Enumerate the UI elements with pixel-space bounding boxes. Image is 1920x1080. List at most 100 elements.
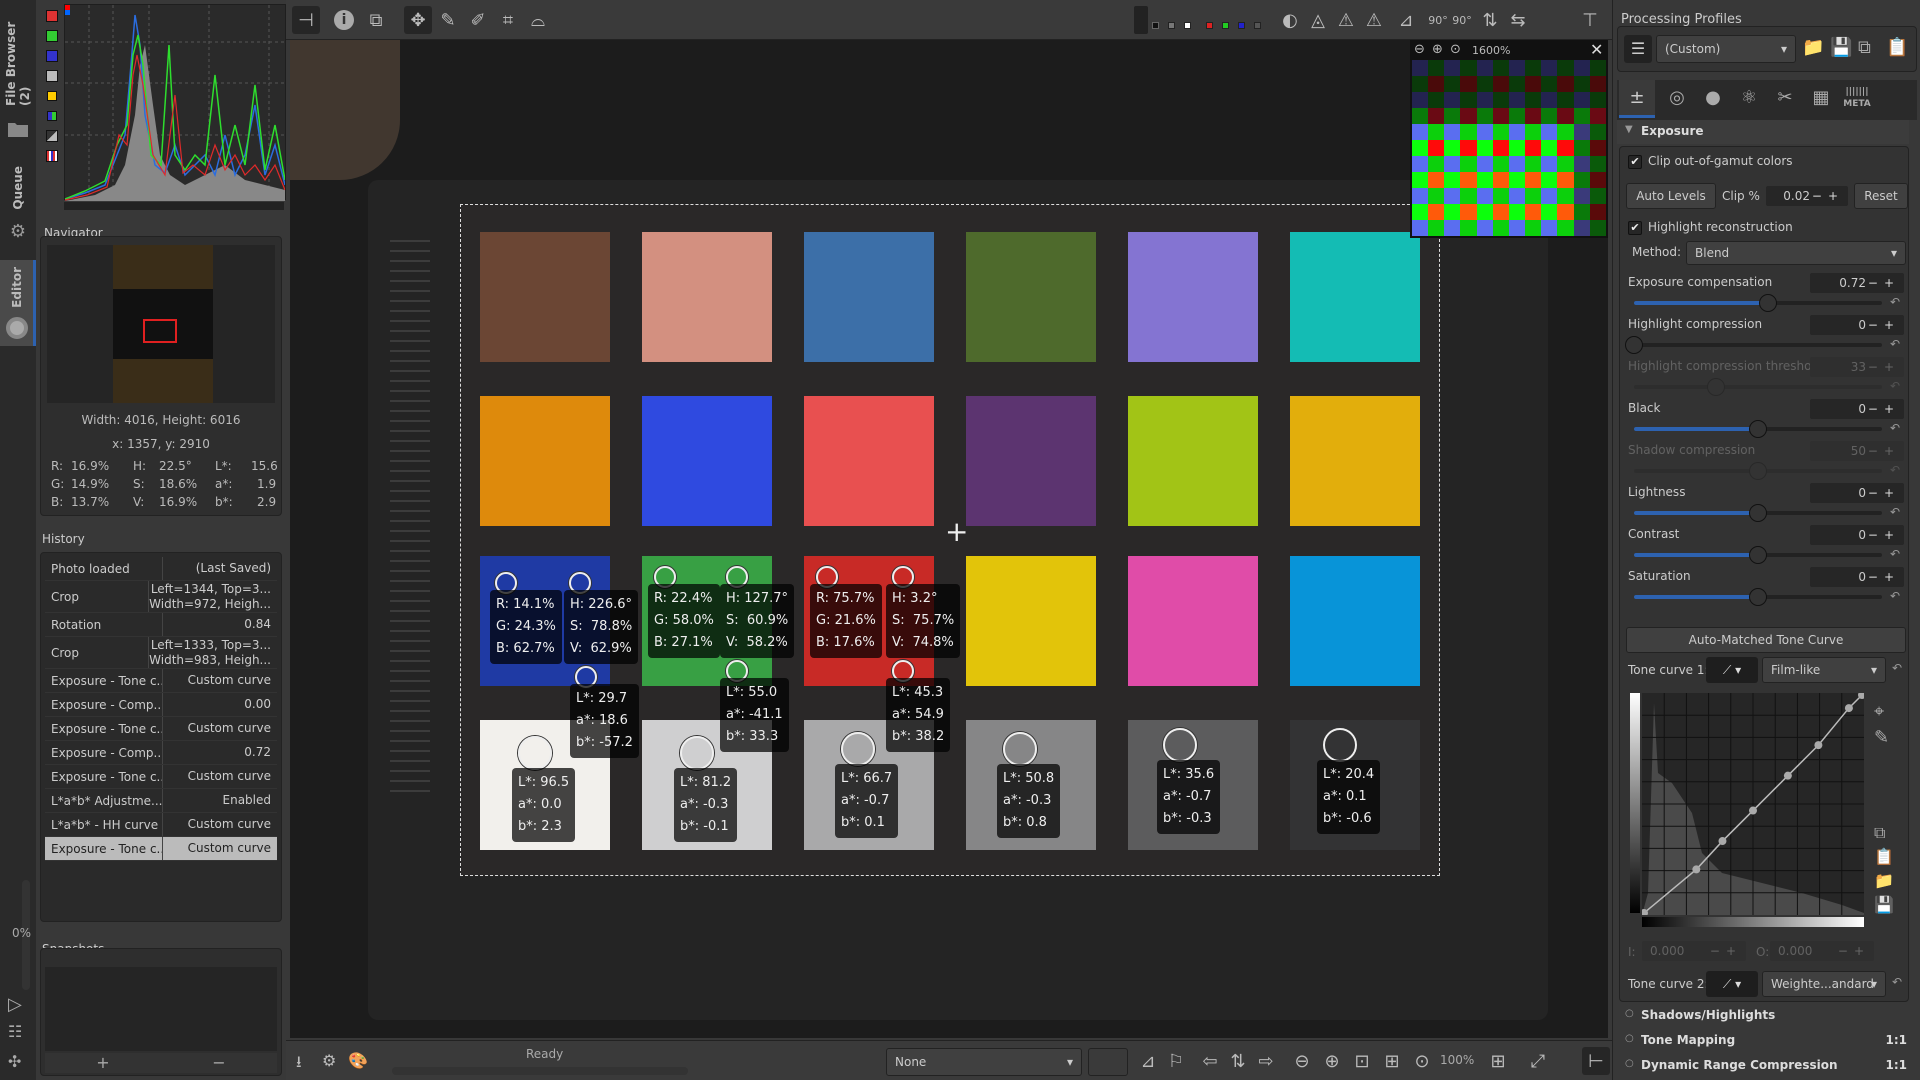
- auto-matched-tone-curve-button[interactable]: Auto-Matched Tone Curve: [1626, 627, 1906, 653]
- tab-raw-icon[interactable]: ▦: [1803, 80, 1839, 118]
- tab-transform-icon[interactable]: ✂: [1767, 80, 1803, 118]
- slider-stepper[interactable]: −+: [1868, 483, 1900, 503]
- info-icon[interactable]: i: [330, 6, 358, 34]
- preview-luminance-icon[interactable]: [1254, 22, 1261, 29]
- add-snapshot-button[interactable]: +: [45, 1053, 161, 1073]
- edit-external-icon[interactable]: 🎨: [348, 1051, 368, 1070]
- slider-stepper[interactable]: −+: [1868, 315, 1900, 335]
- shadow-clipping-icon[interactable]: ◬: [1304, 6, 1332, 34]
- detail-zoom-out-icon[interactable]: ⊖: [1414, 42, 1425, 57]
- reset-button[interactable]: Reset: [1854, 183, 1908, 209]
- tool-section-header[interactable]: ○ Tone Mapping 1:1: [1617, 1029, 1913, 1053]
- history-item[interactable]: Crop Left=1333, Top=3... Width=983, Heigh…: [45, 637, 277, 669]
- zoom-in-icon[interactable]: ⊕: [1318, 1047, 1346, 1075]
- slider-track[interactable]: [1634, 462, 1882, 480]
- close-icon[interactable]: ✕: [1590, 40, 1603, 59]
- curve-control-point[interactable]: [1814, 741, 1823, 750]
- curve-control-point[interactable]: [1844, 704, 1853, 713]
- slider-track[interactable]: [1634, 378, 1882, 396]
- history-item[interactable]: L*a*b* - HH curve Custom curve: [45, 813, 277, 837]
- flip-vertical-icon[interactable]: ⇆: [1504, 6, 1532, 34]
- slider-value-input[interactable]: 0 −+: [1810, 483, 1904, 503]
- slider-stepper[interactable]: −+: [1868, 441, 1900, 461]
- preview-mode-toggle[interactable]: [1134, 6, 1148, 34]
- remove-snapshot-button[interactable]: −: [161, 1053, 277, 1073]
- slider-knob[interactable]: [1749, 546, 1767, 564]
- histogram-mode-icon[interactable]: [46, 130, 58, 142]
- new-detail-window-icon[interactable]: ⊞: [1484, 1047, 1512, 1075]
- slider-stepper[interactable]: −+: [1868, 273, 1900, 293]
- slider-knob[interactable]: [1625, 336, 1643, 354]
- history-item[interactable]: Exposure - Tone c... Custom curve: [45, 669, 277, 693]
- picker-probe[interactable]: [1163, 728, 1197, 762]
- section-toggle-icon[interactable]: ○: [1625, 1058, 1634, 1069]
- focus-mask-icon[interactable]: ◐: [1276, 6, 1304, 34]
- exposure-header[interactable]: ▼ Exposure: [1617, 120, 1909, 144]
- curve-type1-button[interactable]: ⟋ ▾: [1706, 657, 1758, 683]
- image-canvas[interactable]: + R: 14.1% G: 24.3% B: 62.7% H: 226.6° S…: [290, 40, 1608, 1038]
- bg-black-icon[interactable]: [1152, 22, 1159, 29]
- profile-select[interactable]: (Custom): [1656, 35, 1796, 63]
- picker-probe[interactable]: [1323, 728, 1357, 762]
- slider-knob[interactable]: [1749, 462, 1767, 480]
- curve-edit-point-icon[interactable]: ⌖: [1874, 701, 1884, 722]
- tone-curve1-mode-select[interactable]: Film-like: [1762, 657, 1886, 683]
- red-channel-toggle[interactable]: [46, 10, 58, 22]
- previous-image-icon[interactable]: ⇦: [1196, 1047, 1224, 1075]
- hide-right-panel-icon[interactable]: ⊤: [1576, 6, 1604, 34]
- slider-value-input[interactable]: 50 −+: [1810, 441, 1904, 461]
- section-toggle-icon[interactable]: ○: [1625, 1008, 1634, 1019]
- curve-control-point[interactable]: [1783, 771, 1792, 780]
- picker-probe[interactable]: [518, 736, 552, 770]
- slider-knob[interactable]: [1749, 420, 1767, 438]
- input-value-field[interactable]: 0.000 −+: [1642, 941, 1746, 961]
- before-after-icon[interactable]: ⧉: [362, 6, 390, 34]
- flip-horizontal-icon[interactable]: ⇅: [1476, 6, 1504, 34]
- curve-open-icon[interactable]: 📁: [1874, 871, 1894, 890]
- slider-knob[interactable]: [1706, 378, 1725, 396]
- tone-curve2-mode-select[interactable]: Weighte...andard: [1762, 971, 1886, 997]
- reset-icon[interactable]: ↶: [1890, 337, 1900, 351]
- reset-icon[interactable]: ↶: [1890, 463, 1900, 477]
- rotate-right-icon[interactable]: 90°: [1448, 6, 1476, 34]
- slider-knob[interactable]: [1758, 294, 1777, 312]
- slider-track[interactable]: [1634, 420, 1882, 438]
- reset-icon[interactable]: ↶: [1890, 547, 1900, 561]
- color-picker-icon[interactable]: ✐: [464, 6, 492, 34]
- next-image-icon[interactable]: ⇨: [1252, 1047, 1280, 1075]
- curve-control-point[interactable]: [1692, 865, 1701, 874]
- history-item[interactable]: Rotation 0.84: [45, 613, 277, 637]
- fullscreen-icon[interactable]: ⤢: [1524, 1047, 1552, 1075]
- save-profile-icon[interactable]: 💾: [1830, 37, 1852, 58]
- tab-file-browser[interactable]: File Browser (2): [0, 6, 36, 106]
- queue-settings-icon[interactable]: ☷: [8, 1022, 22, 1041]
- history-item[interactable]: Exposure - Comp... 0.00: [45, 693, 277, 717]
- zoom-out-icon[interactable]: ⊖: [1288, 1047, 1316, 1075]
- preview-green-icon[interactable]: [1222, 22, 1229, 29]
- reset-icon[interactable]: ↶: [1890, 421, 1900, 435]
- slider-value-input[interactable]: 0 −+: [1810, 315, 1904, 335]
- slider-track[interactable]: [1625, 336, 1882, 354]
- zoom-fit-crop-icon[interactable]: ⊞: [1378, 1047, 1406, 1075]
- history-item[interactable]: Exposure - Tone c... Custom curve: [45, 765, 277, 789]
- reset-icon[interactable]: ↶: [1890, 505, 1900, 519]
- navigator-preview[interactable]: [47, 245, 275, 403]
- slider-knob[interactable]: [1749, 588, 1767, 606]
- output-profile-select[interactable]: None: [886, 1048, 1082, 1076]
- history-item[interactable]: Exposure - Tone c... Custom curve: [45, 717, 277, 741]
- clip-input[interactable]: 0.02 −+: [1766, 186, 1848, 206]
- soft-proof-icon[interactable]: ⊿: [1392, 6, 1420, 34]
- tab-details-icon[interactable]: ◎: [1659, 80, 1695, 118]
- section-toggle-icon[interactable]: ○: [1625, 1033, 1634, 1044]
- reset-icon[interactable]: ↶: [1890, 295, 1900, 309]
- history-item[interactable]: Exposure - Comp... 0.72: [45, 741, 277, 765]
- fit-icon[interactable]: ✣: [8, 1052, 21, 1071]
- process-start-icon[interactable]: ▷: [8, 994, 22, 1015]
- slider-track[interactable]: [1634, 504, 1882, 522]
- slider-track[interactable]: [1634, 546, 1882, 564]
- paste-profile-icon[interactable]: 📋: [1886, 37, 1908, 58]
- luminance-toggle[interactable]: [46, 70, 58, 82]
- tab-color-icon[interactable]: ●: [1695, 80, 1731, 118]
- copy-profile-icon[interactable]: ⧉: [1858, 37, 1871, 58]
- highlight-clipping-icon[interactable]: ⚠: [1332, 6, 1360, 34]
